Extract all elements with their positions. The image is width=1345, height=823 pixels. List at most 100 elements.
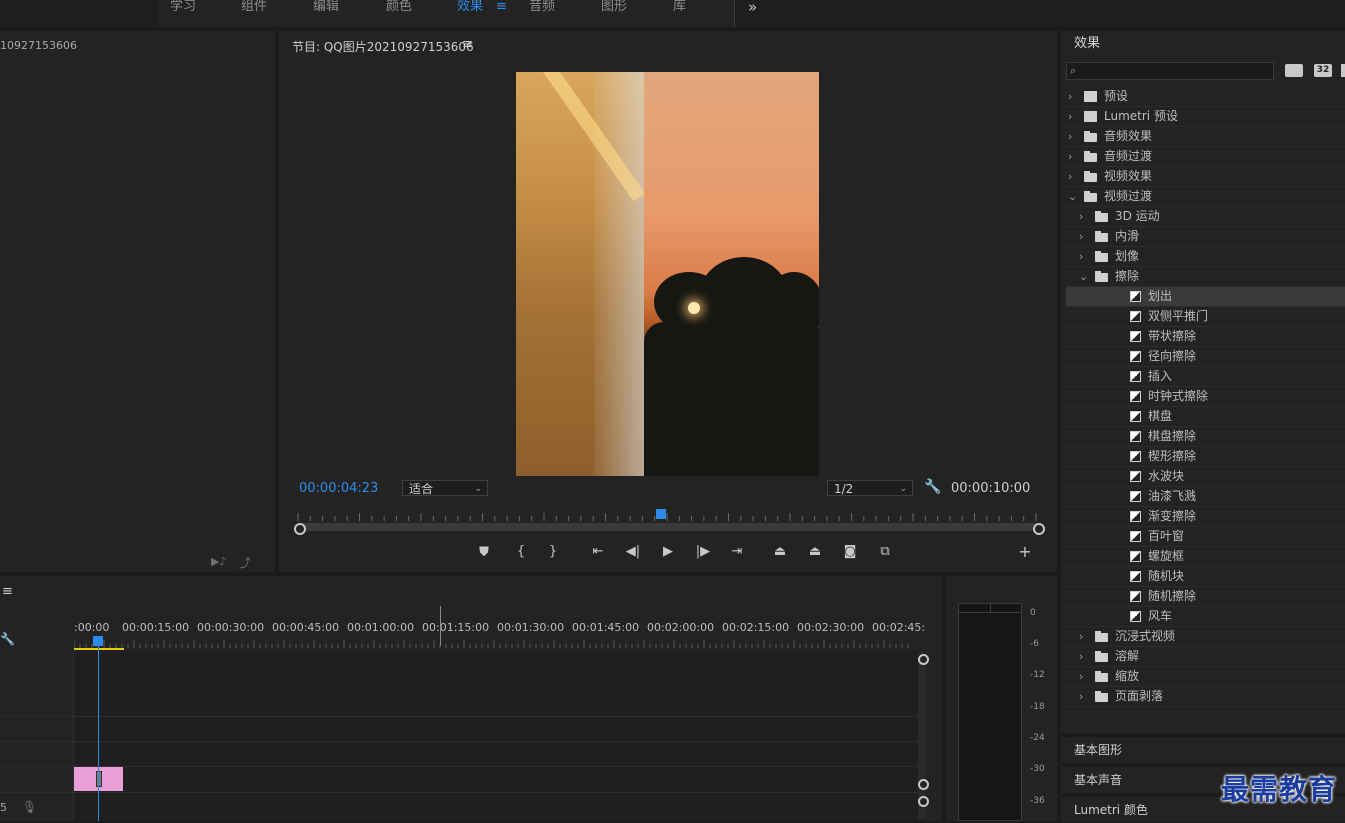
- microphone-icon[interactable]: 🎙: [22, 800, 37, 814]
- effects-folder-item[interactable]: ⌄ 视频过渡: [1066, 187, 1345, 207]
- accelerated-effects-icon[interactable]: [1285, 64, 1303, 77]
- effects-search-input[interactable]: ⌕: [1066, 62, 1274, 80]
- effects-transition-item[interactable]: 渐变擦除: [1066, 507, 1345, 527]
- chevron-right-icon[interactable]: ›: [1079, 687, 1083, 706]
- scroll-handle-bottom-2[interactable]: [918, 796, 929, 807]
- zoom-scrollbar[interactable]: [298, 523, 1038, 531]
- effects-transition-item[interactable]: 插入: [1066, 367, 1345, 387]
- effects-folder-item[interactable]: › 音频效果: [1066, 127, 1345, 147]
- step-back-icon[interactable]: ◀|: [624, 545, 642, 559]
- chevron-right-icon[interactable]: ›: [1079, 627, 1083, 646]
- effects-transition-item[interactable]: 随机块: [1066, 567, 1345, 587]
- export-frame-icon[interactable]: ⤴: [239, 554, 251, 571]
- effects-transition-item[interactable]: 楔形擦除: [1066, 447, 1345, 467]
- chevron-right-icon[interactable]: ›: [1079, 647, 1083, 666]
- tab-color[interactable]: 颜色: [386, 0, 412, 22]
- more-workspaces-icon[interactable]: »: [748, 0, 757, 15]
- transition-handle[interactable]: [96, 771, 102, 787]
- tab-audio[interactable]: 音频: [529, 0, 555, 22]
- effects-transition-item[interactable]: 双侧平推门: [1066, 307, 1345, 327]
- meter-label: -6: [1030, 639, 1039, 649]
- chevron-right-icon[interactable]: ›: [1068, 167, 1072, 186]
- chevron-right-icon[interactable]: ›: [1079, 207, 1083, 226]
- mark-in-icon[interactable]: {: [512, 545, 530, 559]
- program-playhead[interactable]: [655, 509, 666, 519]
- tab-libraries[interactable]: 库: [673, 0, 686, 22]
- go-to-out-icon[interactable]: ⇥: [728, 545, 746, 559]
- effects-folder-item[interactable]: › 缩放: [1066, 667, 1345, 687]
- tab-learn[interactable]: 学习: [170, 0, 196, 22]
- chevron-down-icon[interactable]: ⌄: [1079, 267, 1088, 286]
- wrench-icon[interactable]: 🔧: [0, 632, 15, 646]
- timeline-playhead-line[interactable]: [98, 636, 99, 821]
- add-button-icon[interactable]: +: [1016, 544, 1034, 560]
- effects-folder-item[interactable]: › 视频效果: [1066, 167, 1345, 187]
- go-to-in-icon[interactable]: ⇤: [589, 545, 607, 559]
- effects-transition-item[interactable]: 油漆飞溅: [1066, 487, 1345, 507]
- chevron-right-icon[interactable]: ›: [1079, 247, 1083, 266]
- zoom-handle-right[interactable]: [1033, 523, 1045, 535]
- effects-transition-item[interactable]: 径向擦除: [1066, 347, 1345, 367]
- tab-effects-menu-icon[interactable]: ≡: [496, 0, 507, 22]
- program-menu-icon[interactable]: ≡: [462, 37, 473, 52]
- chevron-right-icon[interactable]: ›: [1068, 127, 1072, 146]
- chevron-right-icon[interactable]: ›: [1079, 667, 1083, 686]
- current-timecode[interactable]: 00:00:04:23: [299, 482, 378, 496]
- yuv-effects-icon[interactable]: [1341, 64, 1345, 77]
- timeline-menu-icon[interactable]: ≡: [2, 584, 13, 599]
- effects-transition-item[interactable]: 风车: [1066, 607, 1345, 627]
- play-icon[interactable]: ▶: [659, 545, 677, 559]
- add-marker-icon[interactable]: ⛊: [475, 546, 493, 560]
- fit-select[interactable]: 适合 ⌄: [402, 480, 488, 496]
- effects-transition-item[interactable]: 棋盘: [1066, 407, 1345, 427]
- effects-transition-item[interactable]: 带状擦除: [1066, 327, 1345, 347]
- lift-icon[interactable]: ⏏: [771, 545, 789, 559]
- chevron-right-icon[interactable]: ›: [1068, 107, 1072, 126]
- comparison-view-icon[interactable]: ⧉: [876, 545, 894, 559]
- effects-transition-item[interactable]: 棋盘擦除: [1066, 427, 1345, 447]
- chevron-right-icon[interactable]: ›: [1079, 227, 1083, 246]
- mark-out-icon[interactable]: }: [544, 545, 562, 559]
- zoom-handle-left[interactable]: [294, 523, 306, 535]
- effects-folder-item[interactable]: › 3D 运动: [1066, 207, 1345, 227]
- timeline-playhead[interactable]: [93, 636, 103, 646]
- track-area[interactable]: [74, 650, 918, 821]
- scroll-handle-top[interactable]: [918, 654, 929, 665]
- chevron-right-icon[interactable]: ›: [1068, 147, 1072, 166]
- tab-effects[interactable]: 效果: [457, 0, 483, 22]
- effects-folder-item[interactable]: › 预设: [1066, 87, 1345, 107]
- effects-transition-item[interactable]: 螺旋框: [1066, 547, 1345, 567]
- effects-transition-item[interactable]: 时钟式擦除: [1066, 387, 1345, 407]
- effects-transition-item[interactable]: 随机擦除: [1066, 587, 1345, 607]
- tab-editing[interactable]: 编辑: [313, 0, 339, 22]
- timeline-vertical-scrollbar[interactable]: [918, 659, 926, 819]
- effects-transition-item[interactable]: 划出: [1066, 287, 1345, 307]
- effects-transition-item[interactable]: 百叶窗: [1066, 527, 1345, 547]
- essential-graphics-panel[interactable]: 基本图形: [1061, 736, 1345, 763]
- effects-transition-item[interactable]: 水波块: [1066, 467, 1345, 487]
- effects-folder-item[interactable]: › 页面剥落: [1066, 687, 1345, 707]
- effects-folder-item[interactable]: › Lumetri 预设: [1066, 107, 1345, 127]
- work-area-bar[interactable]: [74, 648, 124, 650]
- chevron-right-icon[interactable]: ›: [1068, 87, 1072, 106]
- wrench-icon[interactable]: 🔧: [924, 479, 941, 495]
- effects-folder-item[interactable]: › 划像: [1066, 247, 1345, 267]
- effects-folder-item[interactable]: › 沉浸式视频: [1066, 627, 1345, 647]
- video-preview[interactable]: [516, 72, 819, 476]
- effects-folder-item[interactable]: ⌄ 擦除: [1066, 267, 1345, 287]
- tab-assembly[interactable]: 组件: [241, 0, 267, 22]
- effects-title[interactable]: 效果: [1074, 37, 1100, 51]
- extract-icon[interactable]: ⏏: [806, 545, 824, 559]
- tab-graphics[interactable]: 图形: [601, 0, 627, 22]
- effects-folder-item[interactable]: › 内滑: [1066, 227, 1345, 247]
- step-forward-icon[interactable]: |▶: [694, 545, 712, 559]
- insert-audio-icon[interactable]: ▶♪: [211, 555, 226, 568]
- effects-folder-item[interactable]: › 溶解: [1066, 647, 1345, 667]
- resolution-select[interactable]: 1/2 ⌄: [827, 480, 913, 496]
- chevron-down-icon[interactable]: ⌄: [1068, 187, 1077, 206]
- scroll-handle-bottom[interactable]: [918, 779, 929, 790]
- 32-bit-effects-icon[interactable]: 32: [1314, 64, 1332, 77]
- camera-icon[interactable]: ◙: [841, 545, 859, 559]
- effects-folder-item[interactable]: › 音频过渡: [1066, 147, 1345, 167]
- effects-item-label: 3D 运动: [1115, 209, 1160, 223]
